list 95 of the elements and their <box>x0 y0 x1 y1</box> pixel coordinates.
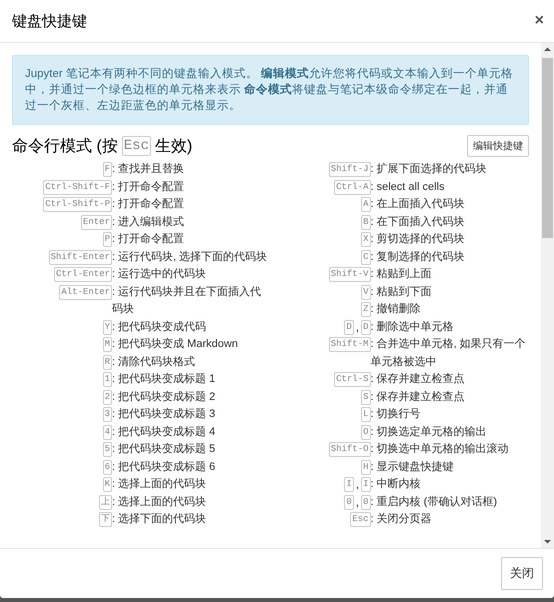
key-label: Ctrl-Enter <box>54 267 112 282</box>
key-separator: , <box>356 318 360 336</box>
shortcut-description: : 选择上面的代码块 <box>112 494 208 510</box>
shortcut-description: : 切换选定单元格的输出 <box>370 424 488 440</box>
close-button[interactable]: 关闭 <box>501 557 543 590</box>
key-label: M <box>102 337 112 352</box>
shortcut-description: : 选择上面的代码块 <box>112 477 208 492</box>
key-label: D <box>344 320 354 335</box>
shortcut-description: : 把代码块变成标题 1 <box>112 372 216 387</box>
key-label: Shift-M <box>328 337 370 352</box>
shortcut-description: : 保存并建立检查点 <box>370 390 466 404</box>
shortcut-description: : 清除代码块格式 <box>112 354 196 370</box>
key-label: 0 <box>361 494 370 510</box>
key-label: Shift-J <box>328 162 370 178</box>
key-label: 3 <box>102 407 112 422</box>
shortcut-description: : 把代码块变成标题 3 <box>112 406 216 422</box>
section-title: 生效) <box>155 136 192 156</box>
shortcut-description: : 把代码块变成标题 5 <box>112 442 216 457</box>
key-label: 4 <box>102 424 112 440</box>
key-label: Esc <box>350 512 370 528</box>
key-label: Ctrl-S <box>334 372 370 388</box>
key-label: Shift-Enter <box>48 250 112 265</box>
key-label: 0 <box>344 494 354 510</box>
shortcut-description: : 运行代码块, 选择下面的代码块 <box>112 250 268 264</box>
shortcut-description: : 运行选中的代码块 <box>112 267 208 282</box>
key-label: C <box>361 250 370 265</box>
shortcut-description: : 进入编辑模式 <box>112 214 186 230</box>
key-label: X <box>361 232 370 248</box>
shortcut-description: : 扩展下面选择的代码块 <box>370 162 488 177</box>
key-label: Esc <box>122 136 151 156</box>
shortcut-description: : 重启内核 (带确认对话框) <box>370 494 498 510</box>
key-label: Ctrl-Shift-F <box>43 180 112 195</box>
key-label: Ctrl-A <box>334 180 370 195</box>
shortcut-description: : 打开命令配置 <box>112 232 186 247</box>
key-label: 6 <box>102 460 112 475</box>
key-label: B <box>361 214 370 230</box>
shortcut-description: : 复制选择的代码块 <box>370 250 466 264</box>
key-label: H <box>361 460 370 475</box>
scrollbar[interactable] <box>541 43 554 548</box>
key-label: I <box>361 477 370 492</box>
shortcut-description: : 选择下面的代码块 <box>112 512 208 527</box>
shortcut-description: : 打开命令配置 <box>112 197 186 212</box>
key-label: V <box>361 284 370 300</box>
key-label: Z <box>361 302 370 318</box>
shortcut-description: : 粘贴到下面 <box>370 284 433 300</box>
shortcut-description: : 粘贴到上面 <box>370 267 433 282</box>
key-label: A <box>361 197 370 212</box>
shortcut-description: : 把代码块变成标题 4 <box>112 424 216 440</box>
dialog-title: 键盘快捷键 <box>12 12 87 30</box>
shortcut-description: : 把代码块变成标题 2 <box>112 390 216 404</box>
key-label: Y <box>102 320 112 335</box>
shortcut-description: : 删除选中单元格 <box>370 320 455 334</box>
key-label: 上 <box>99 494 112 510</box>
key-label: R <box>102 354 112 370</box>
shortcut-description: : 切换行号 <box>370 407 422 422</box>
key-label: 下 <box>99 512 112 528</box>
key-separator: , <box>356 494 360 510</box>
shortcut-description: : 保存并建立检查点 <box>370 372 466 387</box>
edit-shortcuts-button[interactable]: 编辑快捷键 <box>467 135 529 157</box>
info-message: Jupyter 笔记本有两种不同的键盘输入模式。 编辑模式允许您将代码或文本输入到一个单元格中，并通过一个绿色边框的单元格来表示 命令模式将键盘与笔记本级命令绑定在一起，并通过一个灰框、左边距蓝色的单元格显示。 <box>12 55 529 125</box>
key-label: F <box>102 162 112 178</box>
key-label: Alt-Enter <box>59 284 112 300</box>
shortcut-description: : 在下面插入代码块 <box>370 214 466 230</box>
key-label: 2 <box>102 390 112 405</box>
key-label: O <box>361 424 370 440</box>
shortcut-description: : 查找并且替换 <box>112 162 186 177</box>
key-separator: , <box>356 476 360 493</box>
key-label: 1 <box>102 372 112 388</box>
shortcut-description: : 切换选中单元格的输出滚动 <box>370 442 510 457</box>
key-label: Shift-O <box>328 442 370 458</box>
key-label: 5 <box>102 442 112 458</box>
key-label: P <box>102 232 112 248</box>
shortcut-description: : 把代码块变成 Markdown <box>112 336 239 352</box>
shortcut-description: : 中断内核 <box>370 477 422 492</box>
shortcut-description: : 打开命令配置 <box>112 180 186 194</box>
key-label: D <box>361 320 370 335</box>
shortcut-description: : 把代码块变成标题 6 <box>112 460 216 474</box>
shortcut-description: : 显示键盘快捷键 <box>370 460 455 474</box>
shortcut-description: : 运行代码块并且在下面插入代码块 <box>112 284 262 317</box>
key-label: K <box>102 477 112 492</box>
scrollbar-thumb[interactable] <box>542 58 553 238</box>
shortcut-description: : 合并选中单元格, 如果只有一个单元格被选中 <box>370 336 527 370</box>
key-label: Shift-V <box>328 267 370 282</box>
key-label: I <box>344 477 354 492</box>
key-label: L <box>361 407 370 422</box>
key-label: Ctrl-Shift-P <box>43 197 112 212</box>
key-label: S <box>361 390 370 405</box>
shortcut-description: : 关闭分页器 <box>370 512 433 527</box>
shortcut-description: : 把代码块变成代码 <box>112 320 208 334</box>
shortcut-description: : 撤销删除 <box>370 302 422 317</box>
key-label: Enter <box>80 214 112 230</box>
shortcut-description: : select all cells <box>370 180 446 194</box>
shortcut-description: : 在上面插入代码块 <box>370 197 466 212</box>
section-title: 命令行模式 (按 <box>12 136 118 156</box>
shortcut-description: : 剪切选择的代码块 <box>370 232 466 247</box>
